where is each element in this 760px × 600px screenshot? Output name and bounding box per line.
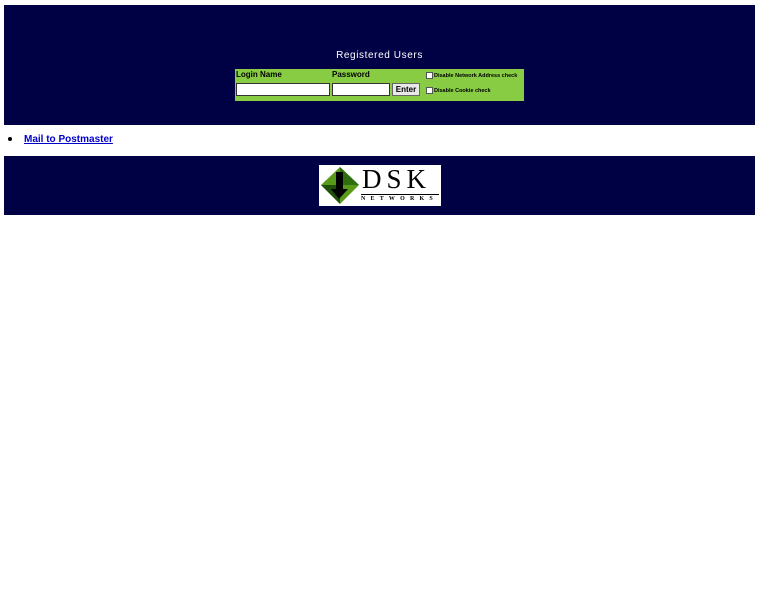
footer-band: DSK NETWORKS (4, 156, 755, 215)
network-check-label: Disable Network Address check (434, 72, 518, 79)
network-check-checkbox[interactable] (426, 72, 433, 79)
logo-subtext: NETWORKS (361, 196, 438, 202)
login-name-input[interactable] (236, 83, 330, 96)
header-band: Registered Users Login Name Password Ent… (4, 5, 755, 125)
logo-divider (361, 194, 439, 195)
password-input[interactable] (332, 83, 390, 96)
login-name-label: Login Name (236, 70, 282, 79)
cookie-check-label: Disable Cookie check (434, 87, 491, 94)
registered-users-title: Registered Users (336, 50, 423, 61)
dsk-logo: DSK NETWORKS (319, 165, 441, 206)
enter-button[interactable]: Enter (392, 83, 420, 96)
list-item: Mail to Postmaster (8, 134, 113, 145)
cookie-check-option: Disable Cookie check (426, 87, 491, 94)
logo-text: DSK (362, 164, 432, 194)
bullet-icon (8, 137, 12, 142)
logo-diamond-icon (321, 167, 359, 204)
password-label: Password (332, 70, 370, 79)
mail-postmaster-link[interactable]: Mail to Postmaster (24, 134, 113, 145)
network-check-option: Disable Network Address check (426, 72, 517, 79)
cookie-check-checkbox[interactable] (426, 87, 433, 94)
login-form: Login Name Password Enter Disable Networ… (235, 69, 524, 101)
links-list: Mail to Postmaster (8, 134, 113, 145)
